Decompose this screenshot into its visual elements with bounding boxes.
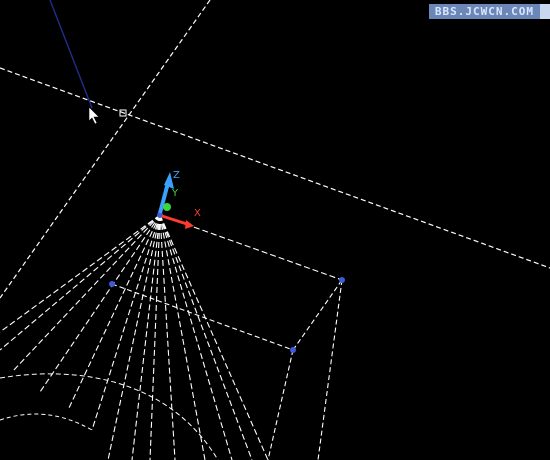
gizmo-y-label: Y (171, 188, 179, 199)
curve-wire (0, 413, 93, 431)
watermark-text: BBS.JCWCN.COM (428, 4, 540, 19)
wireframe-canvas[interactable]: Z Y X (0, 0, 550, 460)
transform-gizmo[interactable]: Z Y X (158, 170, 201, 229)
vertices[interactable] (109, 212, 345, 353)
blue-guide-line (49, 0, 93, 109)
watermark-tab (540, 4, 550, 19)
gizmo-x-arrow[interactable] (185, 220, 194, 229)
watermark: BBS.JCWCN.COM (428, 4, 550, 19)
vertex[interactable] (109, 281, 115, 287)
mouse-cursor-icon (88, 106, 100, 125)
vertex[interactable] (339, 277, 345, 283)
quad-outline (111, 279, 343, 460)
gizmo-x-label: X (194, 208, 201, 219)
grid-line (0, 67, 550, 269)
grid-line (0, 0, 211, 299)
curve-wire (0, 373, 219, 460)
3d-viewport[interactable]: Z Y X BBS.JCWCN.COM (0, 0, 550, 460)
gizmo-z-label: Z (173, 170, 180, 181)
gizmo-y-handle[interactable] (163, 203, 171, 211)
cone-wires (0, 214, 343, 460)
vertex[interactable] (290, 347, 296, 353)
